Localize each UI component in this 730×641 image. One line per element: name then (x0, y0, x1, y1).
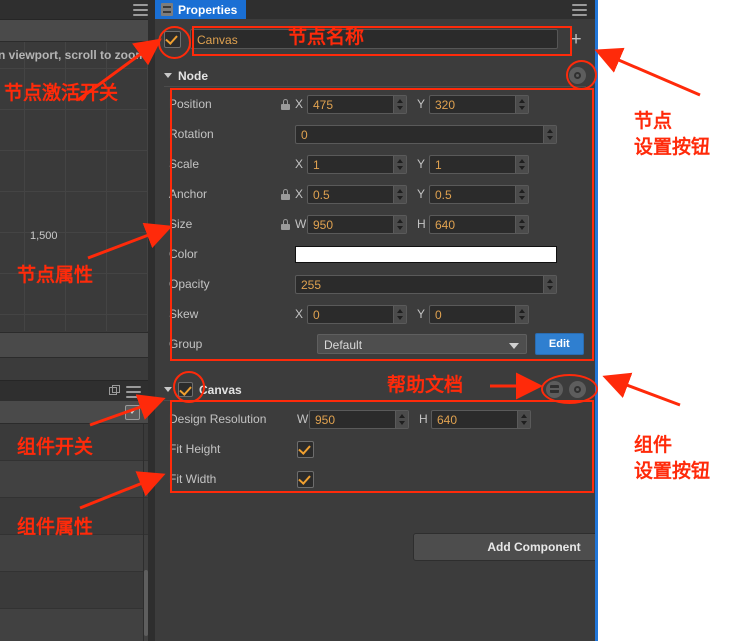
highlight-node-active-checkbox (158, 26, 191, 59)
left-panel-toolbar (0, 0, 155, 20)
canvas-component-header[interactable]: Canvas (164, 379, 586, 401)
chevron-down-icon (164, 73, 172, 78)
ruler-tick-label: 1,500 (30, 230, 58, 242)
list-item[interactable] (0, 609, 148, 641)
viewport-hint-text: n viewport, scroll to zoom. (0, 48, 148, 62)
tab-label: Properties (178, 2, 238, 17)
annotation-component-settings-line2: 设置按钮 (634, 460, 711, 482)
highlight-component-properties (170, 400, 594, 493)
hamburger-icon[interactable] (126, 386, 141, 398)
list-icon (161, 3, 173, 16)
highlight-canvas-checkbox (173, 371, 205, 403)
canvas-component-title: Canvas (199, 382, 242, 397)
copy-icon[interactable] (109, 385, 120, 396)
annotation-node-settings-line2: 设置按钮 (634, 136, 711, 158)
hamburger-icon[interactable] (572, 4, 587, 16)
annotation-component-properties: 组件属性 (17, 516, 94, 538)
annotation-component-switch: 组件开关 (17, 436, 94, 458)
assets-panel-toolbar (0, 380, 148, 402)
properties-tabbar: Properties (155, 0, 595, 19)
highlight-node-name-input (192, 26, 572, 56)
dropdown-box-icon[interactable] (125, 405, 140, 420)
annotation-node-properties: 节点属性 (17, 264, 94, 286)
highlight-node-properties (170, 88, 594, 361)
node-section-title: Node (178, 68, 208, 83)
annotation-node-settings-line1: 节点 (634, 110, 673, 132)
assets-search-bar (0, 401, 148, 424)
tab-properties[interactable]: Properties (155, 0, 247, 19)
node-section-header[interactable]: Node (164, 65, 586, 87)
list-item[interactable] (0, 535, 148, 572)
left-panel-subbar (0, 20, 155, 42)
annotation-component-settings-line1: 组件 (634, 434, 673, 456)
highlight-node-gear (566, 60, 597, 90)
list-divider (143, 424, 144, 641)
hamburger-icon[interactable] (133, 4, 148, 16)
chevron-down-icon (164, 387, 172, 392)
app-window: n viewport, scroll to zoom. 1,500 Proper… (0, 0, 730, 641)
list-item[interactable] (0, 572, 148, 609)
annotation-node-name: 节点名称 (288, 26, 365, 48)
panel-splitter[interactable] (148, 0, 155, 641)
viewport-status-strip (0, 332, 148, 358)
annotation-help-doc: 帮助文档 (387, 374, 464, 396)
annotation-area (598, 0, 730, 641)
annotation-node-active-switch: 节点激活开关 (4, 82, 119, 104)
list-item[interactable] (0, 461, 148, 498)
